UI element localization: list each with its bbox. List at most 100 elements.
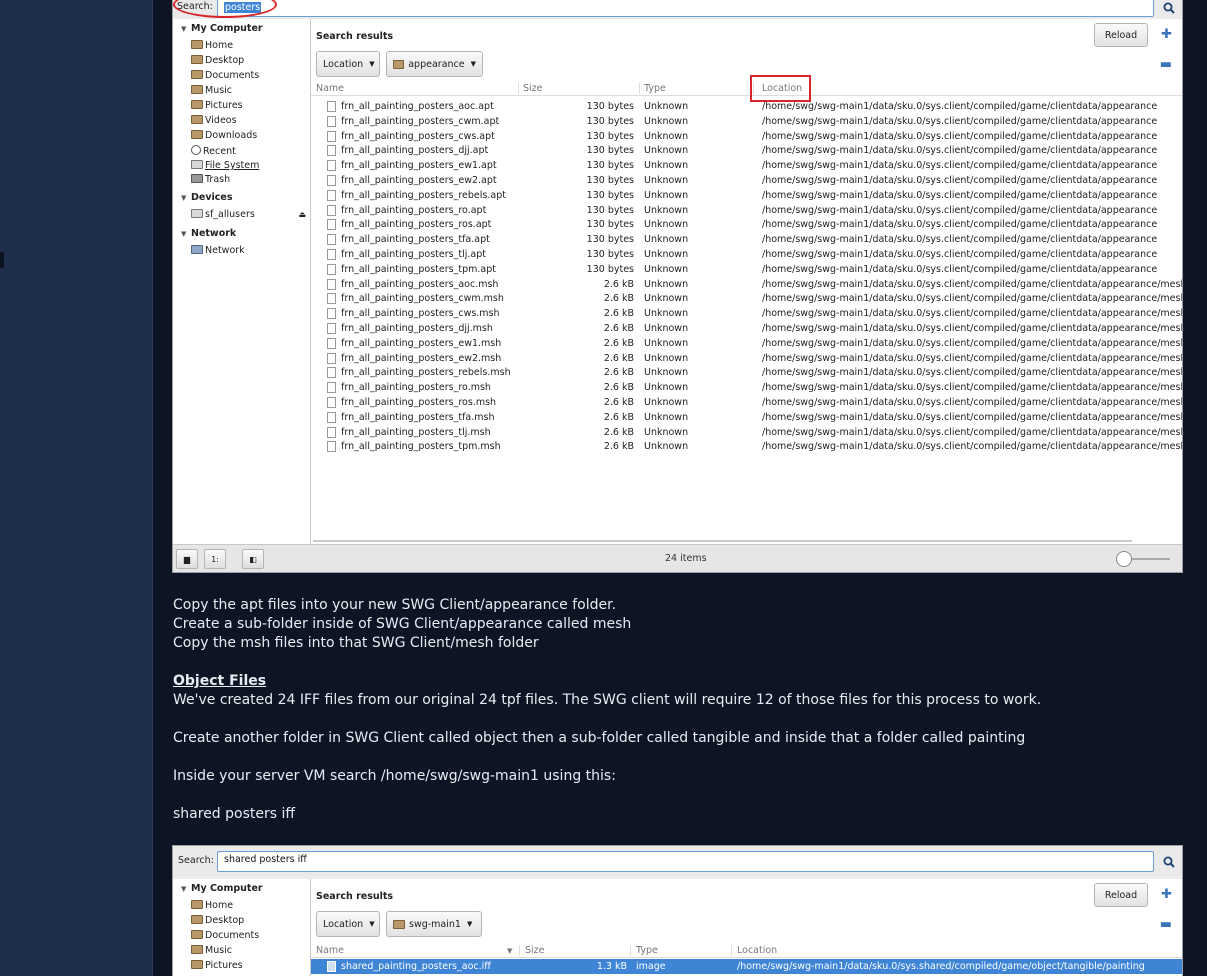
sidebar-item-music[interactable]: Music	[191, 945, 232, 956]
column-separator[interactable]	[519, 945, 520, 956]
sidebar-item-network[interactable]: Network	[191, 245, 245, 256]
plus-icon[interactable]: ✚	[1161, 27, 1172, 42]
sidebar-section-devices[interactable]: ▼ Devices	[181, 192, 233, 203]
table-row[interactable]: frn_all_painting_posters_tfa.apt 130 byte…	[311, 232, 1182, 247]
location-dropdown[interactable]: Location ▼	[316, 51, 380, 77]
tree-view-icon[interactable]: 1:	[204, 549, 226, 569]
file-icon	[327, 189, 336, 201]
sidebar-item-pictures[interactable]: Pictures	[191, 100, 243, 111]
table-row[interactable]: frn_all_painting_posters_cwm.msh 2.6 kB Un…	[311, 291, 1182, 306]
table-row[interactable]: frn_all_painting_posters_ew1.apt 130 byte…	[311, 158, 1182, 173]
table-row[interactable]: shared_painting_posters_aoc.iff 1.3 kB ima…	[311, 959, 1182, 974]
cell-location: /home/swg/swg-main1/data/sku.0/sys.clien…	[762, 234, 1158, 246]
sidebar-item-videos[interactable]: Videos	[191, 115, 237, 126]
cell-name: frn_all_painting_posters_tpm.msh	[341, 441, 501, 453]
column-location[interactable]: Location	[737, 945, 777, 956]
table-row[interactable]: frn_all_painting_posters_ros.msh 2.6 kB Un…	[311, 395, 1182, 410]
minus-icon[interactable]: ▬	[1160, 917, 1172, 932]
horizontal-scrollbar[interactable]	[313, 540, 1132, 542]
table-row[interactable]: frn_all_painting_posters_tlj.apt 130 byte…	[311, 247, 1182, 262]
column-separator[interactable]	[753, 83, 754, 94]
sidebar-item-desktop[interactable]: Desktop	[191, 915, 244, 926]
search-icon[interactable]	[1160, 853, 1178, 871]
table-row[interactable]: frn_all_painting_posters_ew1.msh 2.6 kB Un…	[311, 336, 1182, 351]
location-dropdown[interactable]: Location ▼	[316, 911, 380, 937]
table-row[interactable]: frn_all_painting_posters_ro.msh 2.6 kB Unk…	[311, 380, 1182, 395]
sidebar-item-sf-allusers[interactable]: sf_allusers	[191, 209, 255, 220]
table-row[interactable]: frn_all_painting_posters_tpm.apt 130 byte…	[311, 262, 1182, 277]
split-view-icon[interactable]: ◧	[242, 549, 264, 569]
sidebar-item-home[interactable]: Home	[191, 40, 233, 51]
table-row[interactable]: frn_all_painting_posters_tpm.msh 2.6 kB Un…	[311, 439, 1182, 454]
search-term-text: shared posters iff	[173, 806, 296, 822]
sidebar-item-label: Desktop	[205, 915, 245, 926]
eject-icon[interactable]: ⏏	[298, 210, 306, 219]
column-separator[interactable]	[630, 945, 631, 956]
sidebar-item-desktop[interactable]: Desktop	[191, 55, 244, 66]
table-row[interactable]: frn_all_painting_posters_cws.apt 130 byte…	[311, 129, 1182, 144]
sidebar-section-my-computer[interactable]: ▼ My Computer	[181, 23, 263, 34]
table-row[interactable]: frn_all_painting_posters_ew2.msh 2.6 kB Un…	[311, 351, 1182, 366]
table-row[interactable]: frn_all_painting_posters_tlj.msh 2.6 kB Un…	[311, 425, 1182, 440]
table-row[interactable]: frn_all_painting_posters_ro.apt 130 bytes…	[311, 203, 1182, 218]
column-separator[interactable]	[639, 83, 640, 94]
folder-icon	[191, 70, 203, 79]
column-separator[interactable]	[518, 83, 519, 94]
file-icon	[327, 382, 336, 394]
sidebar-item-home[interactable]: Home	[191, 900, 233, 911]
column-name[interactable]: Name	[316, 945, 344, 956]
search-value: shared posters iff	[224, 854, 307, 865]
table-row[interactable]: frn_all_painting_posters_djj.msh 2.6 kB Un…	[311, 321, 1182, 336]
sidebar-item-label: Pictures	[205, 960, 243, 971]
cell-name: frn_all_painting_posters_rebels.msh	[341, 367, 511, 379]
sidebar-item-music[interactable]: Music	[191, 85, 232, 96]
column-location[interactable]: Location	[762, 83, 802, 94]
table-row[interactable]: frn_all_painting_posters_ew2.apt 130 byte…	[311, 173, 1182, 188]
sort-descending-icon[interactable]: ▼	[507, 947, 512, 955]
folder-icon	[191, 930, 203, 939]
zoom-slider-handle[interactable]	[1116, 551, 1132, 567]
search-input[interactable]: shared posters iff	[217, 851, 1154, 872]
table-row[interactable]: frn_all_painting_posters_cws.msh 2.6 kB Un…	[311, 306, 1182, 321]
table-row[interactable]: frn_all_painting_posters_tfa.msh 2.6 kB Un…	[311, 410, 1182, 425]
object-files-heading[interactable]: Object Files	[173, 673, 266, 689]
cell-size: 2.6 kB	[603, 293, 634, 305]
cell-size: 130 bytes	[586, 115, 634, 127]
table-row[interactable]: frn_all_painting_posters_ros.apt 130 byte…	[311, 217, 1182, 232]
minus-icon[interactable]: ▬	[1160, 57, 1172, 72]
column-size[interactable]: Size	[525, 945, 545, 956]
cell-type: Unknown	[644, 263, 689, 275]
column-name[interactable]: Name	[316, 83, 344, 94]
sidebar-section-my-computer[interactable]: ▼ My Computer	[181, 883, 263, 894]
sidebar-item-documents[interactable]: Documents	[191, 70, 259, 81]
column-separator[interactable]	[731, 945, 732, 956]
column-size[interactable]: Size	[523, 83, 543, 94]
plus-icon[interactable]: ✚	[1161, 887, 1172, 902]
folder-dropdown[interactable]: swg-main1 ▼	[386, 911, 482, 937]
cell-name: frn_all_painting_posters_ew1.msh	[341, 337, 502, 349]
reload-button[interactable]: Reload	[1094, 883, 1148, 907]
sidebar-item-recent[interactable]: Recent	[191, 145, 236, 157]
folder-dropdown[interactable]: appearance ▼	[386, 51, 483, 77]
table-row[interactable]: frn_all_painting_posters_aoc.apt 130 byte…	[311, 99, 1182, 114]
table-row[interactable]: frn_all_painting_posters_aoc.msh 2.6 kB Un…	[311, 277, 1182, 292]
reload-button[interactable]: Reload	[1094, 23, 1148, 47]
table-row[interactable]: frn_all_painting_posters_rebels.msh 2.6 k…	[311, 365, 1182, 380]
cell-type: Unknown	[644, 175, 689, 186]
table-row[interactable]: frn_all_painting_posters_djj.apt 130 byte…	[311, 143, 1182, 158]
sidebar-item-pictures[interactable]: Pictures	[191, 960, 243, 971]
column-type[interactable]: Type	[644, 83, 666, 94]
file-icon	[327, 101, 336, 112]
search-input[interactable]: posters	[217, 0, 1154, 17]
sidebar-item-file-system[interactable]: File System	[191, 160, 259, 171]
table-row[interactable]: frn_all_painting_posters_cwm.apt 130 byte…	[311, 114, 1182, 129]
table-row[interactable]: frn_all_painting_posters_rebels.apt 130 b…	[311, 188, 1182, 203]
column-type[interactable]: Type	[636, 945, 658, 956]
sidebar-section-network[interactable]: ▼ Network	[181, 228, 236, 239]
search-icon[interactable]	[1160, 0, 1178, 17]
places-toggle-icon[interactable]: ▆	[176, 549, 198, 569]
sidebar-item-documents[interactable]: Documents	[191, 930, 259, 941]
cell-name: frn_all_painting_posters_djj.apt	[341, 145, 489, 157]
sidebar-item-downloads[interactable]: Downloads	[191, 130, 257, 141]
sidebar-item-trash[interactable]: Trash	[191, 174, 230, 185]
